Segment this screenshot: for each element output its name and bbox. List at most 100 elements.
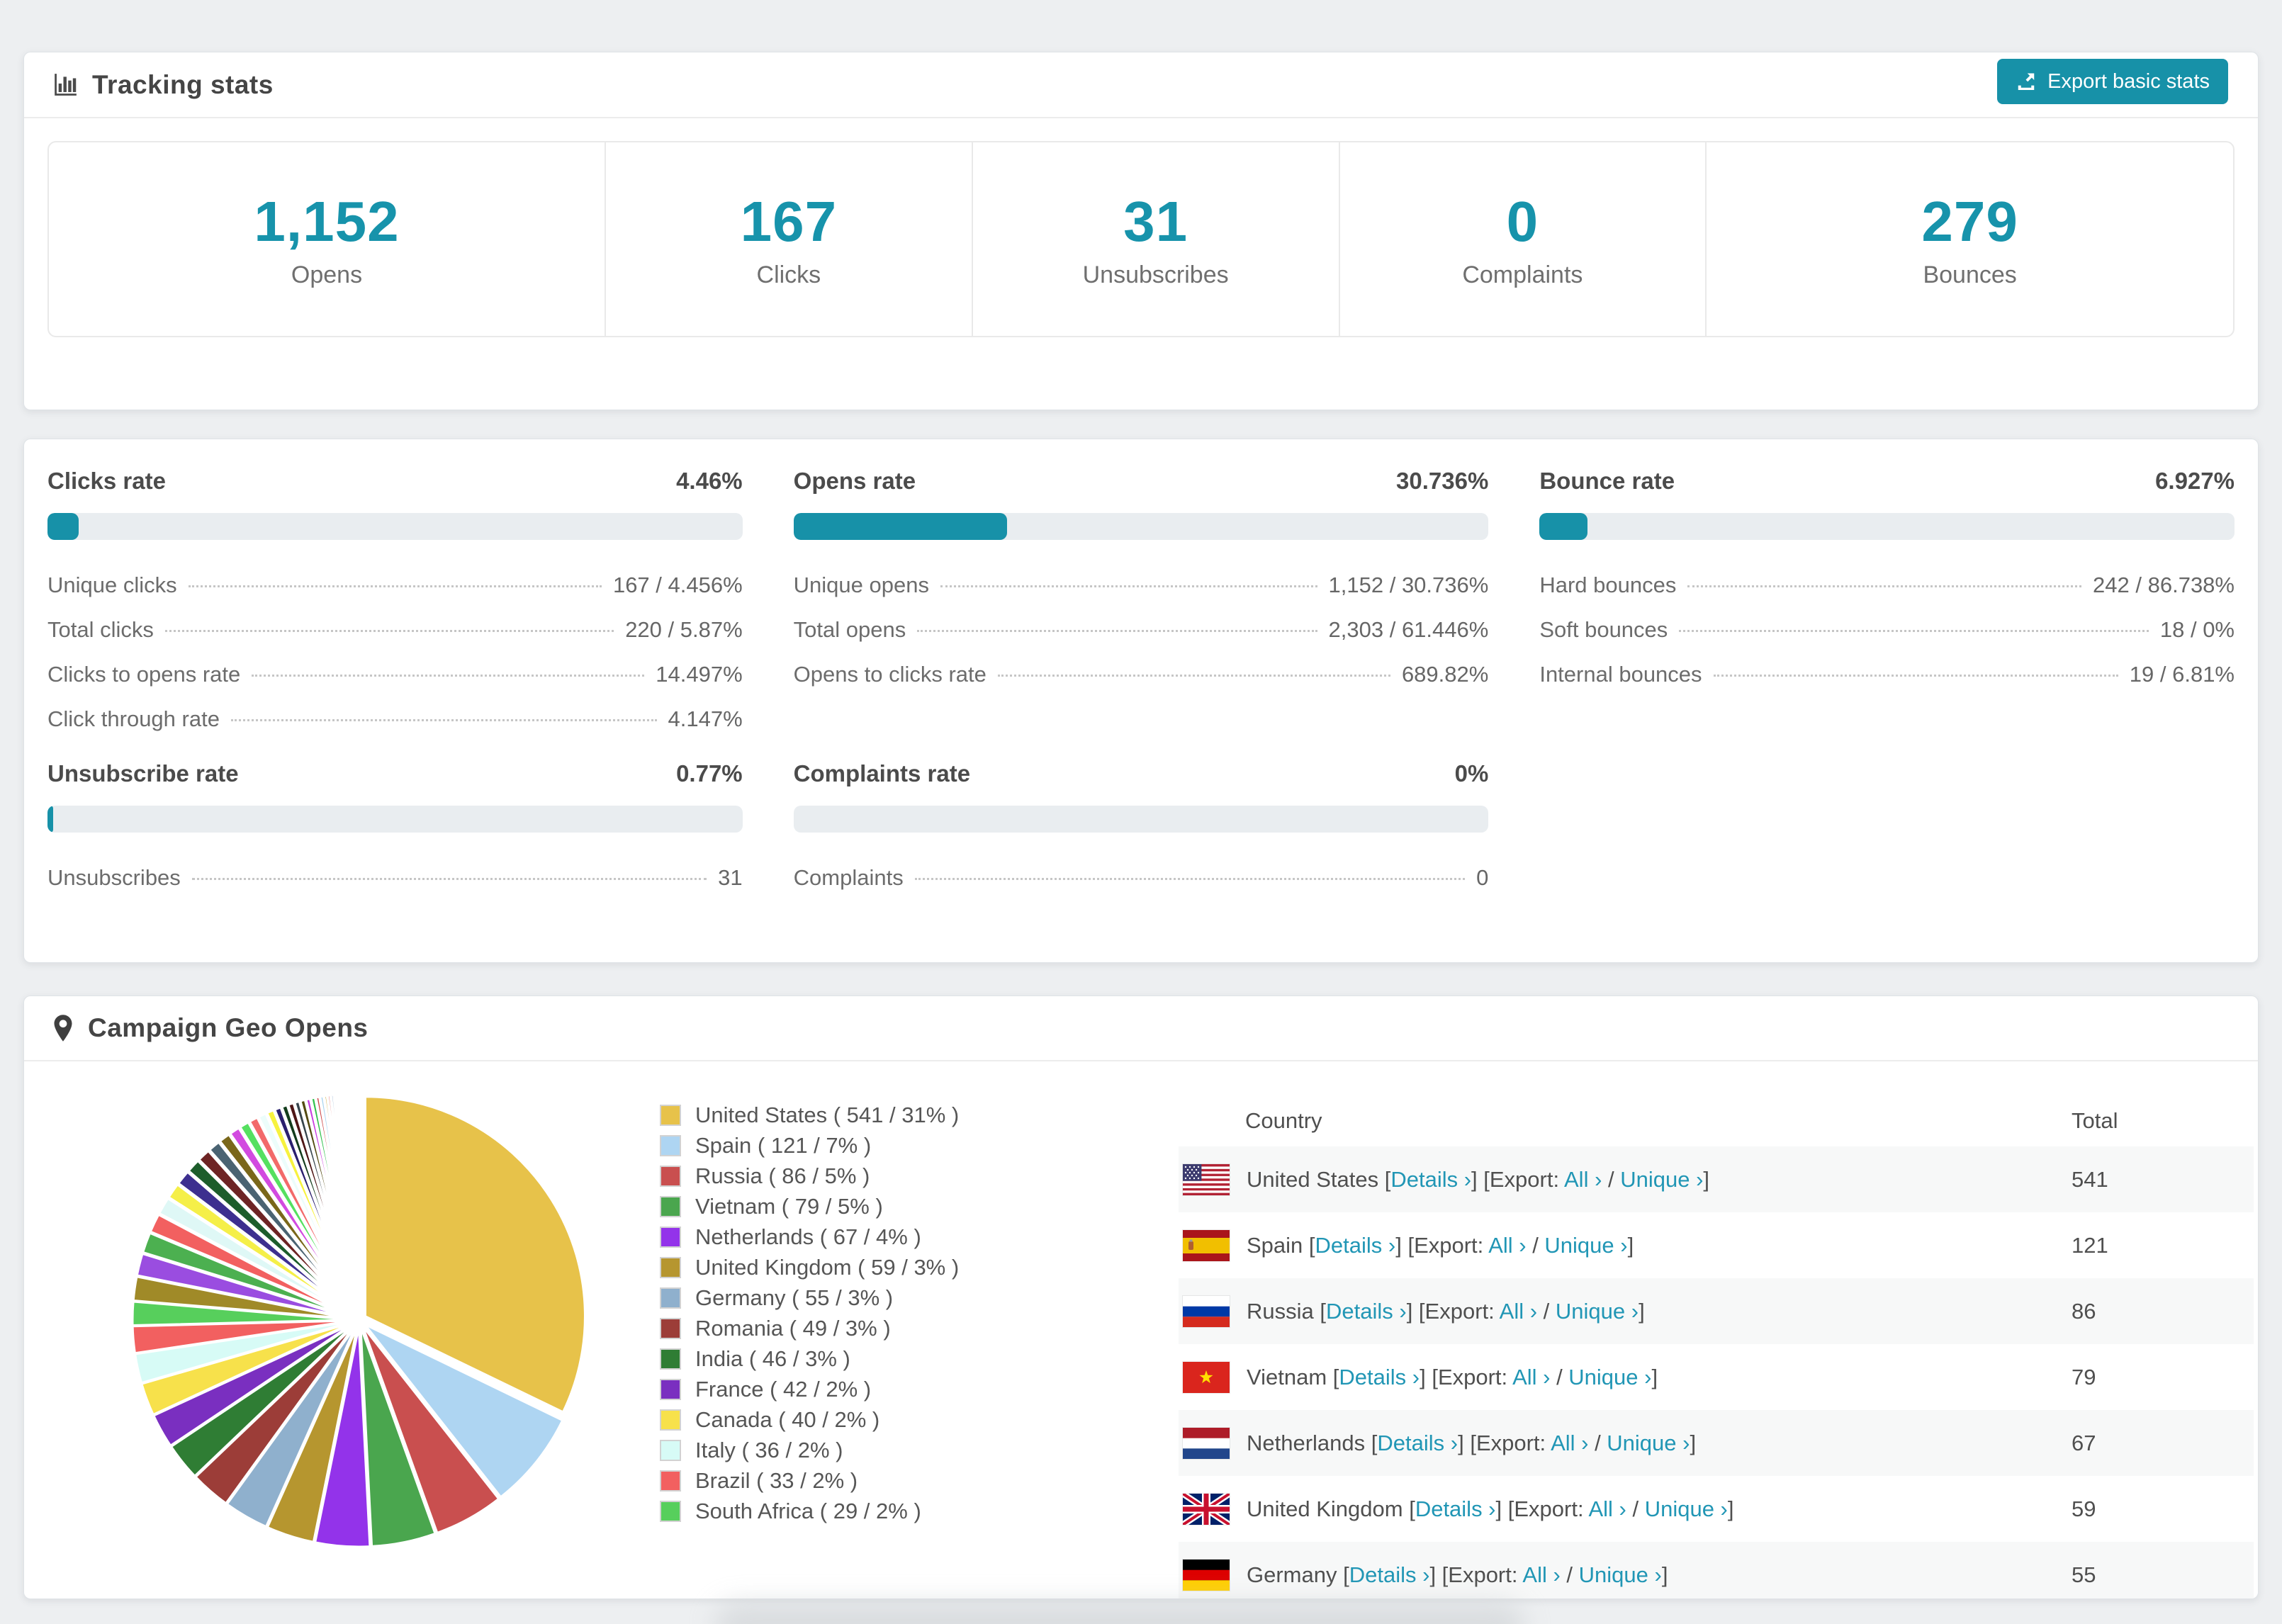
geo-table-header: Country Total [1179,1095,2254,1146]
rate-row-label: Hard bounces [1539,573,1677,597]
stat-label-complaints: Complaints [1462,261,1583,288]
dotted-leader [191,878,707,880]
export-unique-link[interactable]: Unique › [1568,1365,1651,1389]
map-pin-icon [52,1014,74,1042]
rate-head-opens-rate: Opens rate 30.736% [794,468,1489,495]
export-unique-link[interactable]: Unique › [1579,1562,1662,1587]
summary-stats-row: 1,152 Opens 167 Clicks 31 Unsubscribes 0 Compla… [47,141,2235,337]
rate-progress-track [793,513,1489,540]
geo-table-row-vietnam: Vietnam [Details ›] [Export: All › / Uni… [1179,1344,2254,1410]
geo-table-row-united-states: United States [Details ›] [Export: All ›… [1179,1146,2254,1212]
bracket: ] [1703,1166,1710,1192]
bracket: ] [1627,1232,1634,1258]
export-unique-link[interactable]: Unique › [1544,1233,1627,1258]
bracket: ] [1690,1430,1697,1455]
bracket: ] [Export: [1471,1166,1564,1192]
export-all-link[interactable]: All › [1588,1496,1626,1521]
legend-label: Spain ( 121 / 7% ) [695,1132,872,1158]
total-cell: 121 [2072,1232,2108,1258]
details-link[interactable]: Details › [1326,1299,1407,1324]
rate-percent: 0.77% [676,760,743,786]
country-cell: United Kingdom [Details ›] [Export: All … [1247,1496,1734,1522]
rate-block-complaints-rate: Complaints rate 0% Complaints 0 [793,760,1489,891]
rate-row-value: 689.82% [1401,662,1489,687]
bracket: ] [1661,1562,1668,1587]
rate-row-label: Complaints [793,865,904,890]
export-unique-link[interactable]: Unique › [1556,1299,1639,1324]
rate-percent: 0% [1454,760,1489,786]
rate-head-complaints-rate: Complaints rate 0% [794,760,1489,787]
legend-swatch-canada [660,1409,681,1431]
export-unique-link[interactable]: Unique › [1607,1431,1690,1455]
rate-row-unique-clicks: Unique clicks 167 / 4.456% [47,573,743,598]
country-name: United States [1247,1166,1385,1192]
stat-label-unsubscribes: Unsubscribes [1082,261,1229,288]
slash-separator: / [1602,1166,1621,1192]
dotted-leader [164,630,614,632]
rate-block-bounce-rate: Bounce rate 6.927% Hard bounces 242 / 86.73… [1539,468,2235,732]
details-link[interactable]: Details › [1377,1431,1458,1455]
rate-row-value: 0 [1476,865,1489,890]
below-fold-shadow [716,1603,1524,1624]
details-link[interactable]: Details › [1349,1562,1430,1587]
export-icon [2016,71,2037,92]
rate-head-unsubscribe-rate: Unsubscribe rate 0.77% [47,760,743,787]
legend-label: South Africa ( 29 / 2% ) [695,1498,921,1523]
tracking-stats-header: Tracking stats [24,52,2258,118]
total-cell: 67 [2072,1430,2096,1455]
details-link[interactable]: Details › [1339,1365,1420,1389]
rate-row-value: 4.147% [668,706,743,731]
rate-row-total-clicks: Total clicks 220 / 5.87% [47,617,743,643]
stat-cell-unsubscribes: 31 Unsubscribes [973,142,1340,336]
details-link[interactable]: Details › [1315,1233,1396,1258]
geo-opens-pie-chart[interactable] [111,1075,607,1571]
export-unique-link[interactable]: Unique › [1645,1496,1728,1521]
export-basic-stats-button[interactable]: Export basic stats [1997,59,2228,104]
rate-row-label: Total clicks [47,617,154,642]
legend-label: India ( 46 / 3% ) [695,1346,850,1371]
legend-item-brazil: Brazil ( 33 / 2% ) [660,1465,959,1496]
stat-value-complaints: 0 [1506,190,1539,253]
rate-row-hard-bounces: Hard bounces 242 / 86.738% [1539,573,2235,598]
slash-separator: / [1588,1430,1607,1455]
total-cell: 86 [2072,1298,2096,1324]
export-unique-link[interactable]: Unique › [1620,1167,1703,1192]
legend-swatch-netherlands [660,1226,681,1248]
country-name: Russia [1247,1298,1320,1324]
rate-row-complaints: Complaints 0 [794,865,1489,891]
rate-row-value: 2,303 / 61.446% [1328,617,1489,642]
export-all-link[interactable]: All › [1512,1365,1550,1389]
legend-item-netherlands: Netherlands ( 67 / 4% ) [660,1222,959,1252]
rates-grid: Clicks rate 4.46% Unique clicks 167 / 4.456… [24,439,2258,919]
export-all-link[interactable]: All › [1500,1299,1537,1324]
export-all-link[interactable]: All › [1564,1167,1602,1192]
rate-progress-track [1539,513,2235,540]
export-all-link[interactable]: All › [1522,1562,1560,1587]
dotted-leader [1679,630,2149,632]
rate-block-opens-rate: Opens rate 30.736% Unique opens 1,152 / 30.… [793,468,1489,732]
legend-swatch-united-kingdom [660,1256,681,1278]
details-link[interactable]: Details › [1390,1167,1471,1192]
legend-label: Brazil ( 33 / 2% ) [695,1467,858,1493]
germany-flag-icon [1183,1559,1230,1591]
legend-label: Russia ( 86 / 5% ) [695,1163,870,1188]
total-column-header: Total [2072,1108,2118,1133]
export-all-link[interactable]: All › [1551,1431,1588,1455]
export-all-link[interactable]: All › [1488,1233,1526,1258]
rate-row-unsubscribes: Unsubscribes 31 [47,865,743,891]
bracket: ] [Export: [1395,1232,1489,1258]
details-link[interactable]: Details › [1415,1496,1496,1521]
dotted-leader [917,630,1317,632]
bracket: ] [Export: [1458,1430,1551,1455]
slash-separator: / [1526,1232,1545,1258]
rate-row-label: Clicks to opens rate [47,662,241,687]
legend-label: Germany ( 55 / 3% ) [695,1285,894,1310]
vietnam-flag-icon [1183,1361,1230,1393]
stat-value-unsubscribes: 31 [1123,190,1188,253]
stat-cell-bounces: 279 Bounces [1707,142,2233,336]
stat-cell-complaints: 0 Complaints [1340,142,1707,336]
rate-title: Bounce rate [1539,468,1675,494]
rate-row-value: 31 [718,865,743,890]
legend-item-italy: Italy ( 36 / 2% ) [660,1435,959,1465]
rate-row-label: Opens to clicks rate [793,662,987,687]
